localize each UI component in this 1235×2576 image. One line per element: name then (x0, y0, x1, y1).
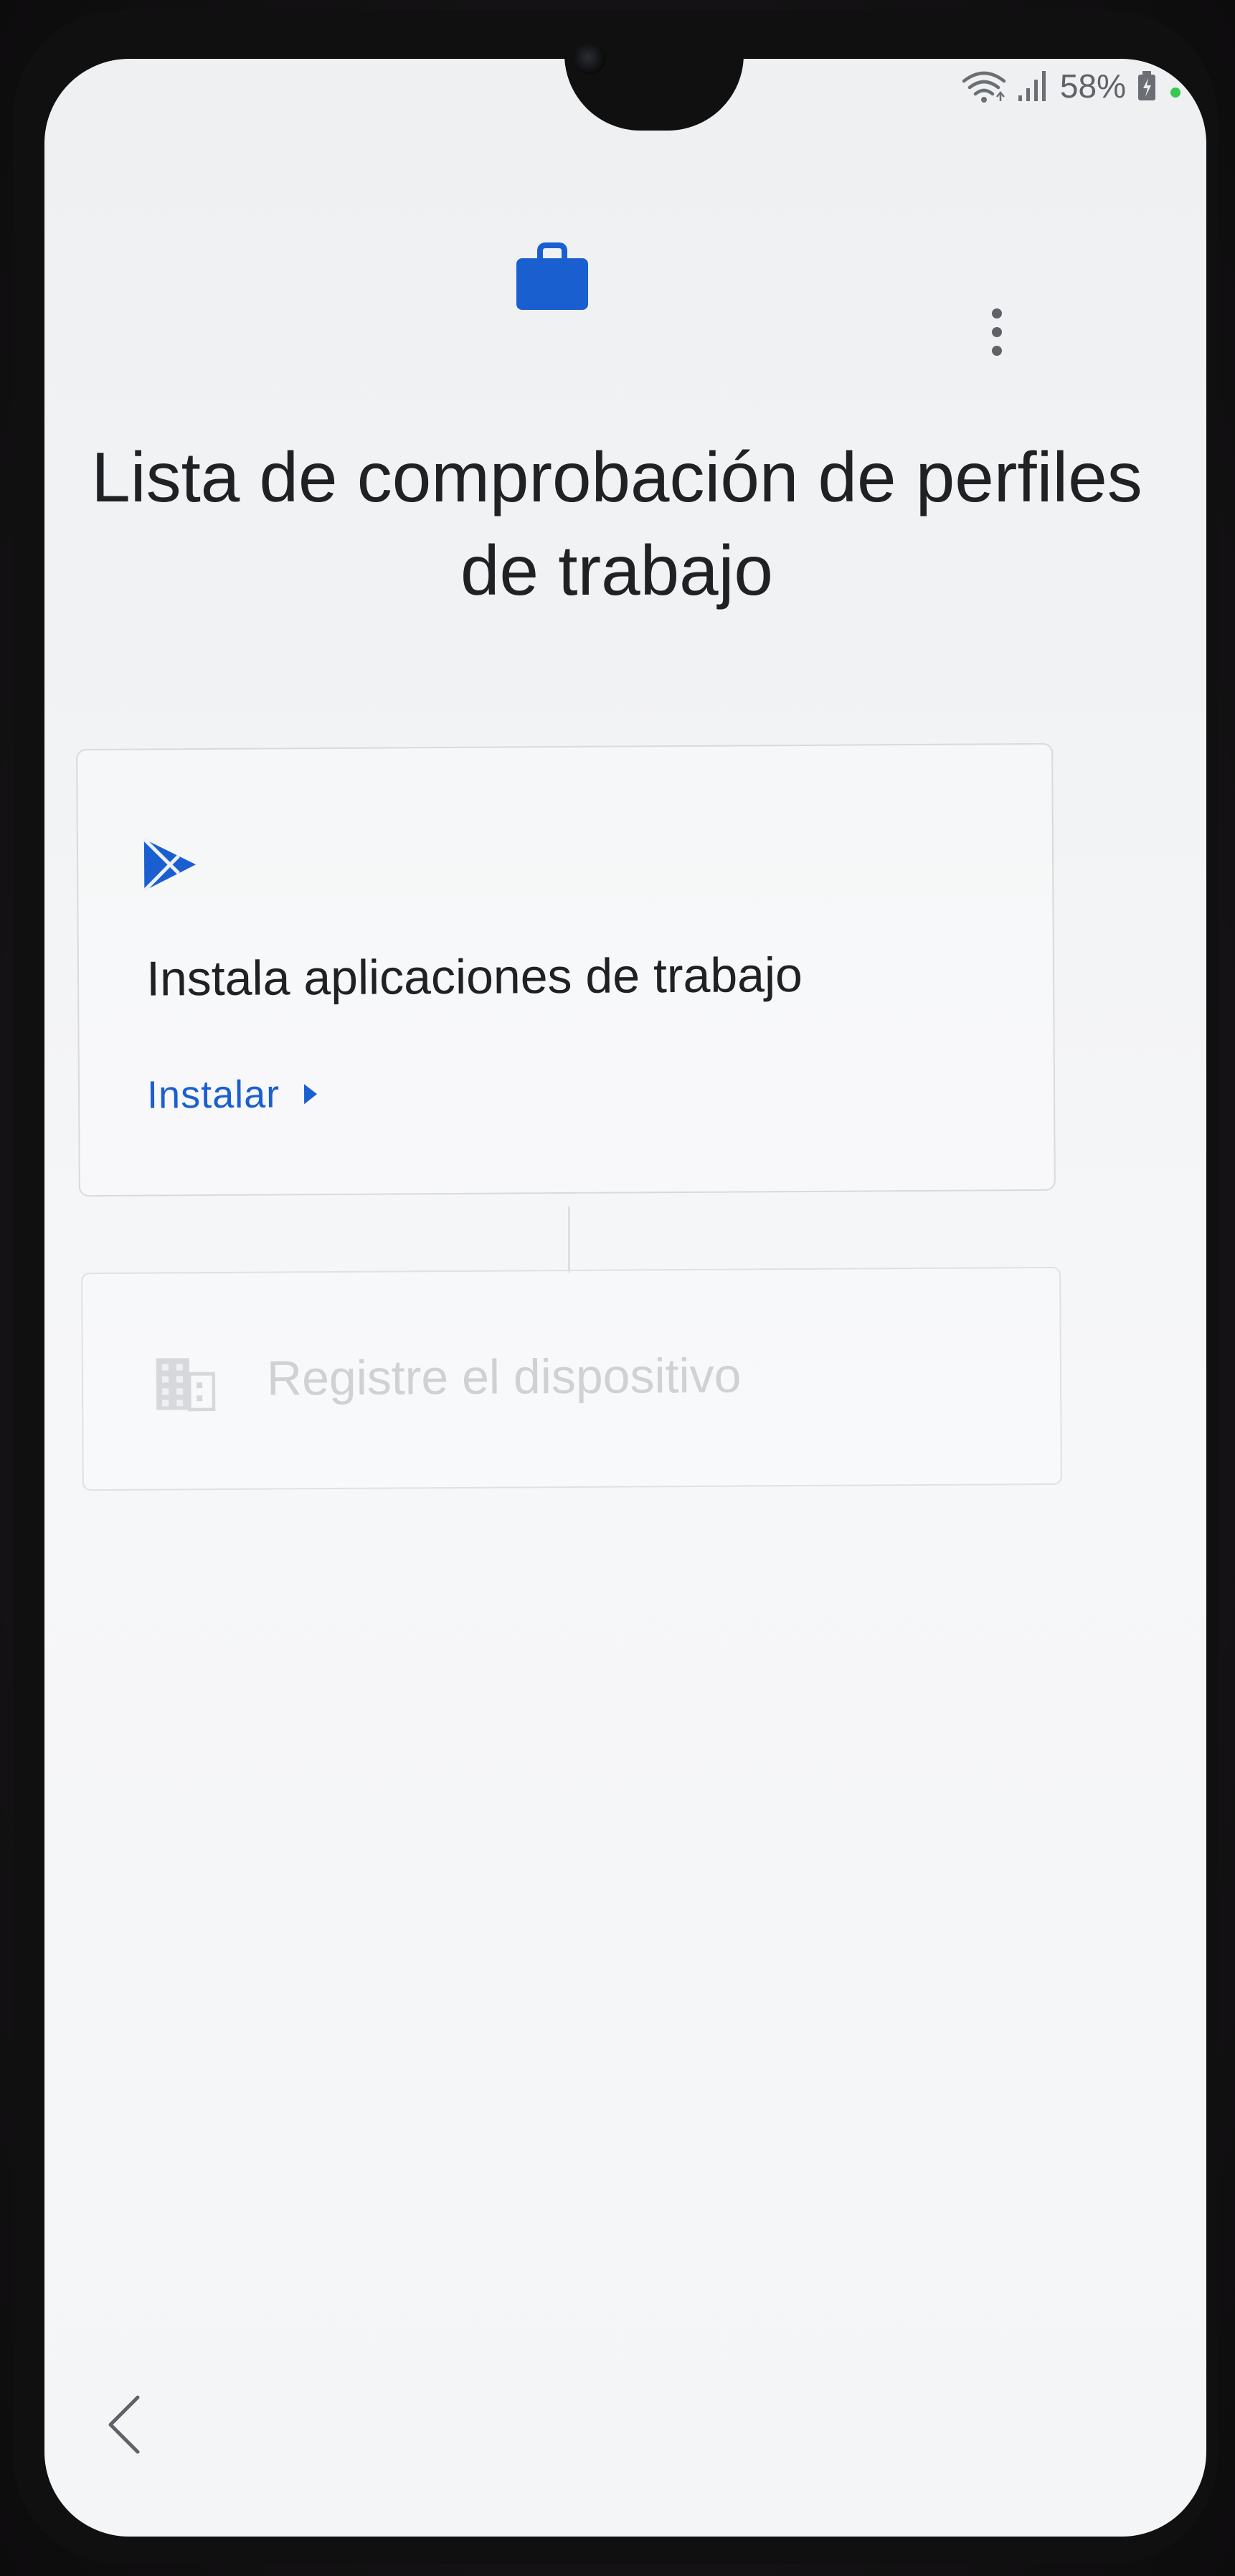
arrow-right-icon (304, 1084, 318, 1105)
checklist-item-title: Registre el dispositivo (266, 1348, 742, 1406)
step-connector (568, 1207, 570, 1273)
building-icon (155, 1357, 216, 1412)
privacy-dot (1170, 88, 1180, 98)
briefcase-icon (513, 242, 592, 314)
signal-icon (1017, 68, 1050, 104)
page-title: Lista de comprobación de perfiles de tra… (91, 438, 1142, 610)
phone-frame: 58% Lista de comprobación de perfiles de… (0, 0, 1235, 2576)
checklist-item-title: Instala aplicaciones de trabajo (146, 947, 803, 1006)
battery-icon (1136, 68, 1158, 104)
play-store-icon (141, 836, 199, 893)
front-camera (574, 43, 605, 75)
install-button-label: Instalar (146, 1072, 280, 1117)
menu-dot (992, 327, 1002, 337)
more-vert-icon[interactable] (975, 300, 1018, 364)
menu-dot (992, 346, 1002, 356)
chevron-left-icon[interactable] (98, 2389, 148, 2461)
menu-dot (992, 308, 1002, 319)
checklist-card-install-apps: Instala aplicaciones de trabajo Instalar (76, 742, 1056, 1197)
status-bar: 58% (961, 65, 1180, 108)
wifi-icon (961, 68, 1007, 104)
battery-percent: 58% (1059, 67, 1126, 105)
checklist-card-register-device: Registre el dispositivo (81, 1266, 1062, 1491)
install-button[interactable]: Instalar (146, 1072, 318, 1117)
